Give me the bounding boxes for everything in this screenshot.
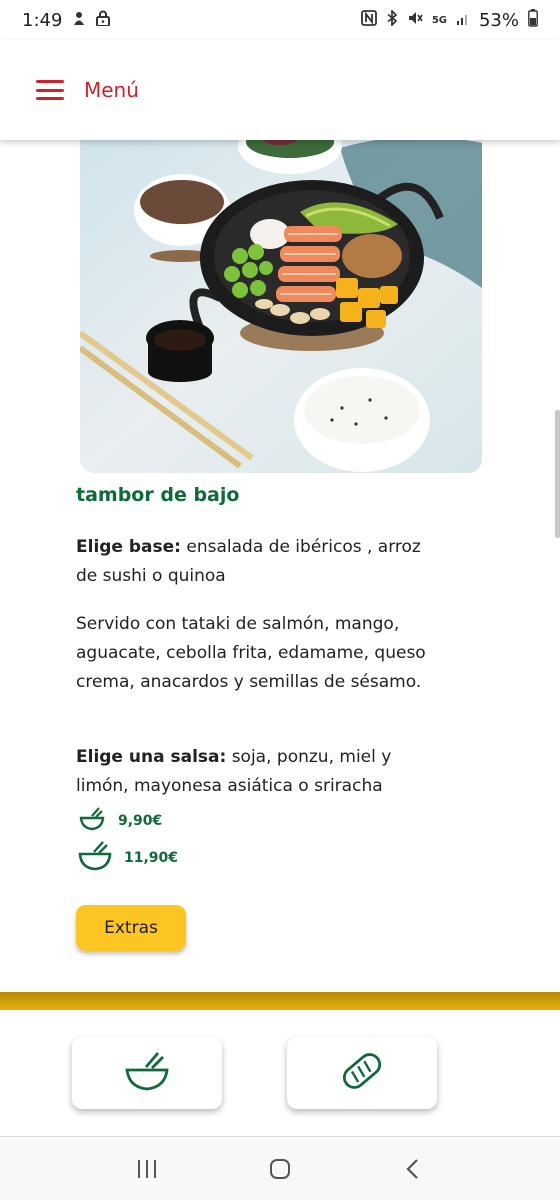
status-time: 1:49: [22, 9, 63, 31]
bowl-nav-button[interactable]: [72, 1037, 222, 1109]
dish-description: Servido con tataki de salmón, mango, agu…: [76, 614, 426, 692]
large-bowl-icon: [78, 840, 112, 876]
back-icon[interactable]: [393, 1149, 433, 1189]
bowl-icon: [124, 1050, 170, 1096]
mute-icon: [407, 10, 423, 30]
small-bowl-icon: [78, 806, 106, 836]
bread-icon: [339, 1050, 385, 1096]
price-row-large: 11,90€: [78, 840, 178, 876]
price-row-small: 9,90€: [78, 806, 162, 836]
app-header: Menú: [0, 40, 560, 140]
bottom-nav: [0, 1010, 560, 1136]
recent-apps-icon[interactable]: [127, 1149, 167, 1189]
base-paragraph: Elige base: ensalada de ibéricos , arroz…: [76, 533, 436, 591]
scrollbar-thumb[interactable]: [555, 410, 560, 538]
gold-divider: [0, 992, 560, 1010]
dish-title: tambor de bajo: [76, 484, 240, 506]
battery-icon: [528, 9, 538, 31]
sauce-label: Elige una salsa:: [76, 747, 227, 767]
bluetooth-icon: [386, 8, 398, 30]
bread-nav-button[interactable]: [287, 1037, 437, 1109]
status-left: 1:49: [22, 9, 111, 31]
hamburger-menu-icon[interactable]: [36, 80, 64, 100]
usb-debug-icon: [71, 10, 87, 30]
price-small: 9,90€: [118, 813, 163, 829]
menu-label[interactable]: Menú: [84, 78, 139, 102]
nfc-icon: [360, 10, 377, 30]
poke-bowl-photo: [80, 140, 482, 473]
status-right: 5G 53%: [360, 8, 538, 31]
home-icon[interactable]: [260, 1149, 300, 1189]
extras-button[interactable]: Extras: [76, 905, 186, 951]
signal-icon: [456, 10, 470, 30]
dish-content[interactable]: tambor de bajo Elige base: ensalada de i…: [0, 140, 560, 992]
battery-percent: 53%: [478, 9, 519, 31]
sauce-paragraph: Elige una salsa: soja, ponzu, miel y lim…: [76, 743, 436, 801]
base-label: Elige base:: [76, 537, 181, 557]
lock-icon: [96, 10, 111, 30]
status-bar: 1:49 5G 53%: [0, 0, 560, 40]
price-large: 11,90€: [124, 850, 179, 866]
android-nav-bar: [0, 1136, 560, 1200]
5g-icon: 5G: [431, 14, 447, 26]
